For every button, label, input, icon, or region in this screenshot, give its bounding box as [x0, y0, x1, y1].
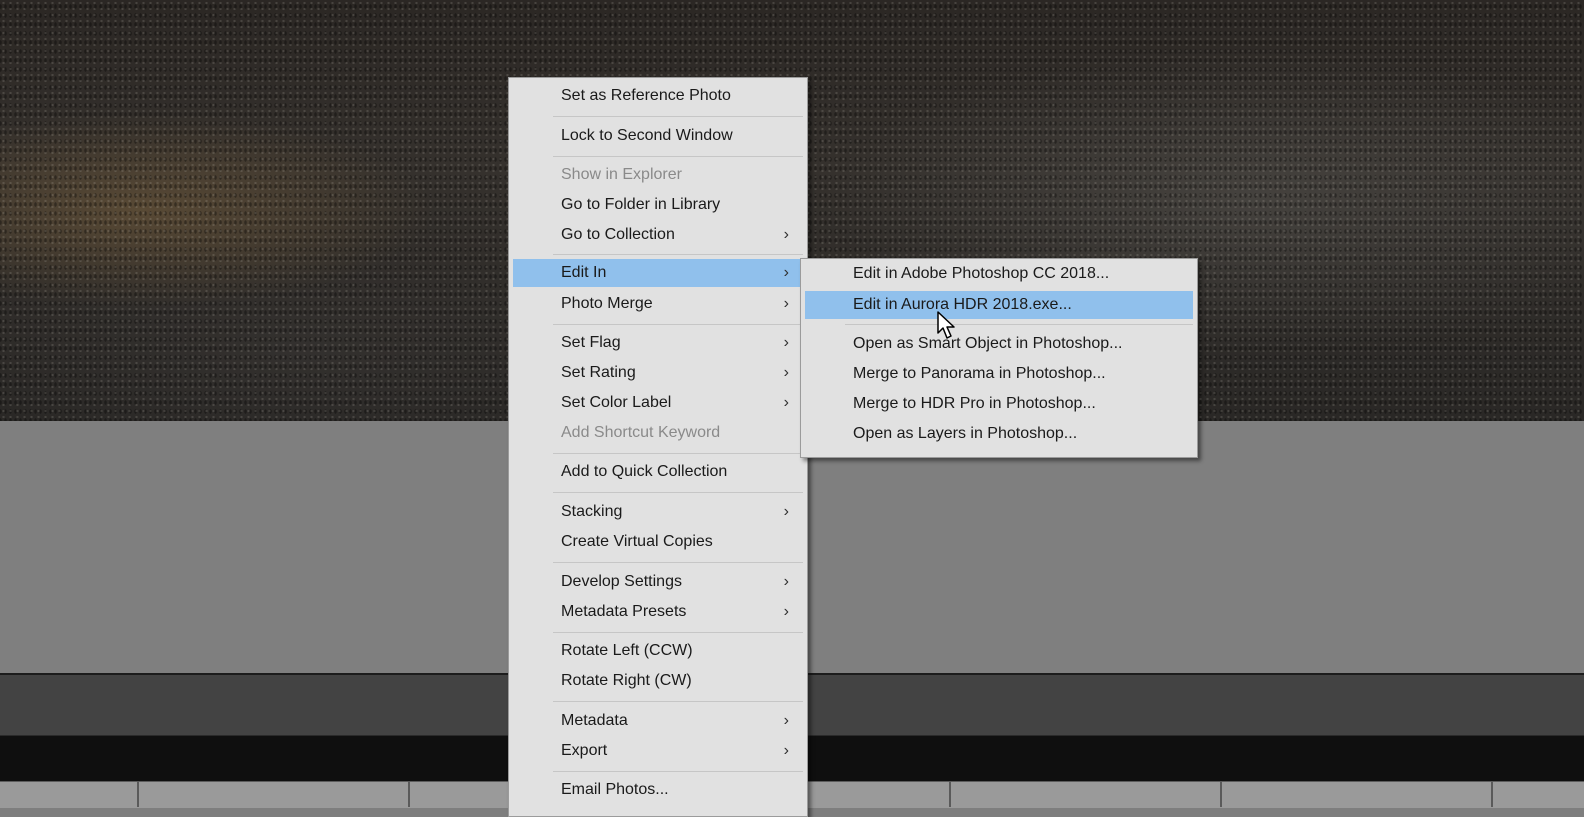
- filmstrip-cell-divider: [408, 781, 410, 807]
- filmstrip-cell-divider: [1220, 781, 1222, 807]
- submenu-item-edit-in-aurora-hdr[interactable]: Edit in Aurora HDR 2018.exe...: [805, 291, 1193, 319]
- chevron-right-icon: ›: [783, 394, 789, 411]
- filmstrip-cell-divider: [137, 781, 139, 807]
- filmstrip-cell-divider: [949, 781, 951, 807]
- menu-item-create-virtual-copies[interactable]: Create Virtual Copies: [513, 528, 803, 556]
- edit-in-submenu: Edit in Adobe Photoshop CC 2018... Edit …: [800, 258, 1198, 458]
- menu-separator: [553, 632, 803, 633]
- menu-item-photo-merge[interactable]: Photo Merge ›: [513, 290, 803, 318]
- menu-separator: [553, 492, 803, 493]
- menu-item-edit-in[interactable]: Edit In ›: [513, 259, 803, 287]
- menu-separator: [553, 562, 803, 563]
- menu-item-stacking[interactable]: Stacking ›: [513, 498, 803, 526]
- menu-item-add-shortcut-keyword: Add Shortcut Keyword: [561, 424, 721, 441]
- arrow-pointer-icon: [937, 311, 955, 339]
- menu-item-lock-to-second-window[interactable]: Lock to Second Window: [513, 122, 803, 150]
- menu-separator: [553, 116, 803, 117]
- filmstrip-cell-divider: [1491, 781, 1493, 807]
- menu-separator: [553, 156, 803, 157]
- menu-separator: [553, 453, 803, 454]
- menu-item-set-flag[interactable]: Set Flag ›: [513, 329, 803, 357]
- menu-item-develop-settings[interactable]: Develop Settings ›: [513, 568, 803, 596]
- submenu-item-open-as-layers[interactable]: Open as Layers in Photoshop...: [805, 420, 1193, 448]
- menu-item-set-color-label[interactable]: Set Color Label ›: [513, 389, 803, 417]
- menu-item-add-to-quick-collection[interactable]: Add to Quick Collection: [513, 458, 803, 486]
- chevron-right-icon: ›: [783, 712, 789, 729]
- chevron-right-icon: ›: [783, 264, 789, 281]
- menu-item-set-rating[interactable]: Set Rating ›: [513, 359, 803, 387]
- menu-item-go-to-collection[interactable]: Go to Collection ›: [513, 221, 803, 249]
- menu-item-metadata-presets[interactable]: Metadata Presets ›: [513, 598, 803, 626]
- menu-item-set-as-reference-photo[interactable]: Set as Reference Photo: [513, 82, 803, 110]
- menu-item-metadata[interactable]: Metadata ›: [513, 707, 803, 735]
- submenu-item-edit-in-photoshop[interactable]: Edit in Adobe Photoshop CC 2018...: [805, 260, 1193, 288]
- menu-item-show-in-explorer: Show in Explorer: [561, 166, 682, 183]
- menu-separator: [845, 324, 1193, 325]
- menu-item-rotate-right[interactable]: Rotate Right (CW): [513, 667, 803, 695]
- chevron-right-icon: ›: [783, 226, 789, 243]
- menu-item-rotate-left[interactable]: Rotate Left (CCW): [513, 637, 803, 665]
- chevron-right-icon: ›: [783, 603, 789, 620]
- submenu-item-merge-to-hdr-pro[interactable]: Merge to HDR Pro in Photoshop...: [805, 390, 1193, 418]
- menu-separator: [553, 701, 803, 702]
- chevron-right-icon: ›: [783, 334, 789, 351]
- submenu-item-merge-to-panorama[interactable]: Merge to Panorama in Photoshop...: [805, 360, 1193, 388]
- chevron-right-icon: ›: [783, 503, 789, 520]
- menu-item-email-photos[interactable]: Email Photos...: [513, 776, 803, 804]
- menu-separator: [553, 324, 803, 325]
- chevron-right-icon: ›: [783, 295, 789, 312]
- menu-item-go-to-folder-in-library[interactable]: Go to Folder in Library: [513, 191, 803, 219]
- chevron-right-icon: ›: [783, 573, 789, 590]
- menu-separator: [553, 771, 803, 772]
- chevron-right-icon: ›: [783, 742, 789, 759]
- menu-item-export[interactable]: Export ›: [513, 737, 803, 765]
- submenu-item-open-as-smart-object[interactable]: Open as Smart Object in Photoshop...: [805, 330, 1193, 358]
- context-menu: Set as Reference Photo Lock to Second Wi…: [508, 77, 808, 817]
- chevron-right-icon: ›: [783, 364, 789, 381]
- menu-separator: [553, 254, 803, 255]
